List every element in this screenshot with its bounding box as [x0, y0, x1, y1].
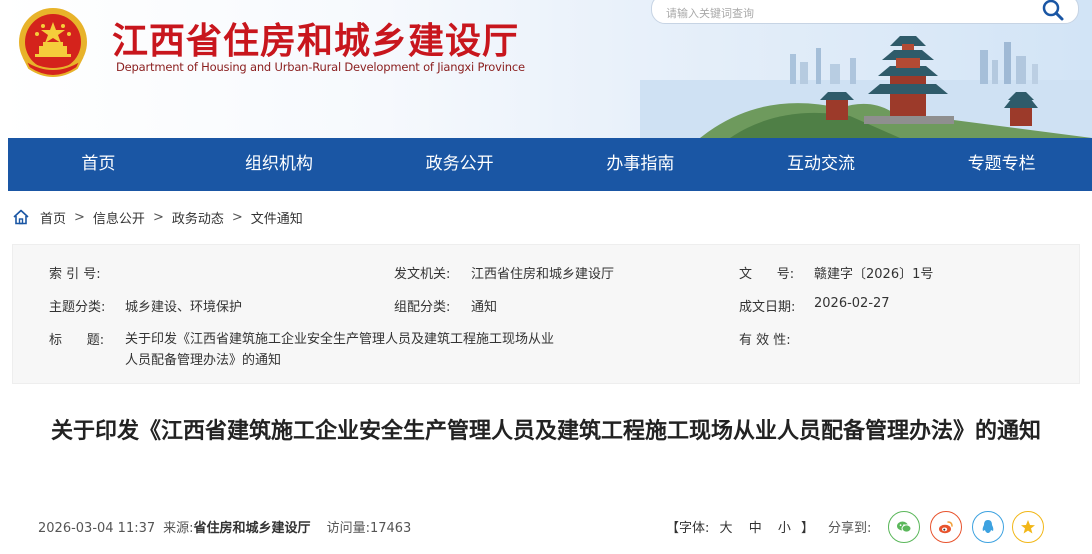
visits-count: 17463 [369, 521, 412, 536]
font-size-medium-button[interactable]: 中 [749, 521, 762, 536]
document-number-label: 文 号: [739, 267, 795, 282]
share-label: 分享到: [828, 521, 872, 536]
qq-icon [982, 520, 994, 533]
document-number-value: 赣建字〔2026〕1号 [814, 267, 934, 282]
source-value: 省住房和城乡建设厅 [193, 521, 311, 536]
doc-title-value: 关于印发《江西省建筑施工企业安全生产管理人员及建筑工程施工现场从业人员配备管理办… [125, 332, 555, 368]
share-wechat-button[interactable] [888, 511, 920, 543]
assembly-category-value: 通知 [471, 300, 498, 315]
breadcrumb-file-notices[interactable]: 文件通知 [251, 208, 303, 227]
share-qq-button[interactable] [972, 511, 1004, 543]
national-emblem-icon [19, 8, 87, 77]
font-size-close: 】 [801, 521, 815, 536]
wechat-icon [897, 521, 912, 533]
index-number-label: 索 引 号: [49, 267, 101, 282]
document-info-panel: 索 引 号: 发文机关: 江西省住房和城乡建设厅 文 号: 赣建字〔2026〕1… [12, 244, 1080, 384]
home-icon [13, 209, 29, 225]
font-size-large-button[interactable]: 大 [720, 521, 733, 536]
breadcrumb-home[interactable]: 首页 [40, 208, 66, 227]
site-subtitle: Department of Housing and Urban-Rural De… [116, 60, 525, 74]
written-date-value: 2026-02-27 [814, 296, 890, 311]
visits-label: 访问量: [326, 521, 370, 536]
nav-item-government-affairs[interactable]: 政务公开 [369, 138, 550, 191]
breadcrumb-government-news[interactable]: 政务动态 [172, 208, 224, 227]
qzone-star-icon [1021, 520, 1035, 534]
nav-item-organization[interactable]: 组织机构 [189, 138, 370, 191]
written-date-label: 成文日期: [739, 300, 796, 315]
nav-item-home[interactable]: 首页 [8, 138, 189, 191]
assembly-category-label: 组配分类: [394, 300, 451, 315]
article-title: 关于印发《江西省建筑施工企业安全生产管理人员及建筑工程施工现场从业人员配备管理办… [50, 419, 1041, 444]
font-size-small-button[interactable]: 小 [778, 521, 791, 536]
nav-item-interaction[interactable]: 互动交流 [731, 138, 912, 191]
source-label: 来源: [163, 521, 194, 536]
share-qzone-button[interactable] [1012, 511, 1044, 543]
breadcrumb-separator: > [152, 209, 164, 225]
breadcrumb-separator: > [74, 209, 85, 225]
share-weibo-button[interactable] [930, 511, 962, 543]
publish-time: 2026-03-04 11:37 [38, 521, 156, 536]
weibo-icon [939, 521, 953, 534]
site-header: 江西省住房和城乡建设厅 Department of Housing and Ur… [0, 0, 1092, 138]
nav-item-service-guide[interactable]: 办事指南 [550, 138, 731, 191]
tengwang-pavilion-banner [640, 36, 1092, 138]
article-meta: 2026-03-04 11:37 来源:省住房和城乡建设厅 访问量:17463 [38, 517, 411, 536]
nav-item-special-topics[interactable]: 专题专栏 [911, 138, 1092, 191]
main-nav: 首页 组织机构 政务公开 办事指南 互动交流 专题专栏 [8, 138, 1092, 191]
validity-label: 有 效 性: [739, 333, 791, 348]
breadcrumb-separator: > [231, 209, 243, 225]
topic-category-label: 主题分类: [49, 300, 106, 315]
issuer-value: 江西省住房和城乡建设厅 [471, 267, 615, 282]
font-size-control: 【字体: 大 中 小 】 [666, 517, 814, 536]
doc-title-label: 标 题: [49, 333, 105, 348]
issuer-label: 发文机关: [394, 267, 451, 282]
breadcrumb: 首页 > 信息公开 > 政务动态 > 文件通知 [12, 206, 303, 228]
breadcrumb-info-disclosure[interactable]: 信息公开 [93, 208, 145, 227]
site-title: 江西省住房和城乡建设厅 [112, 20, 520, 62]
font-size-open: 【字体: [666, 521, 710, 536]
topic-category-value: 城乡建设、环境保护 [125, 300, 243, 315]
